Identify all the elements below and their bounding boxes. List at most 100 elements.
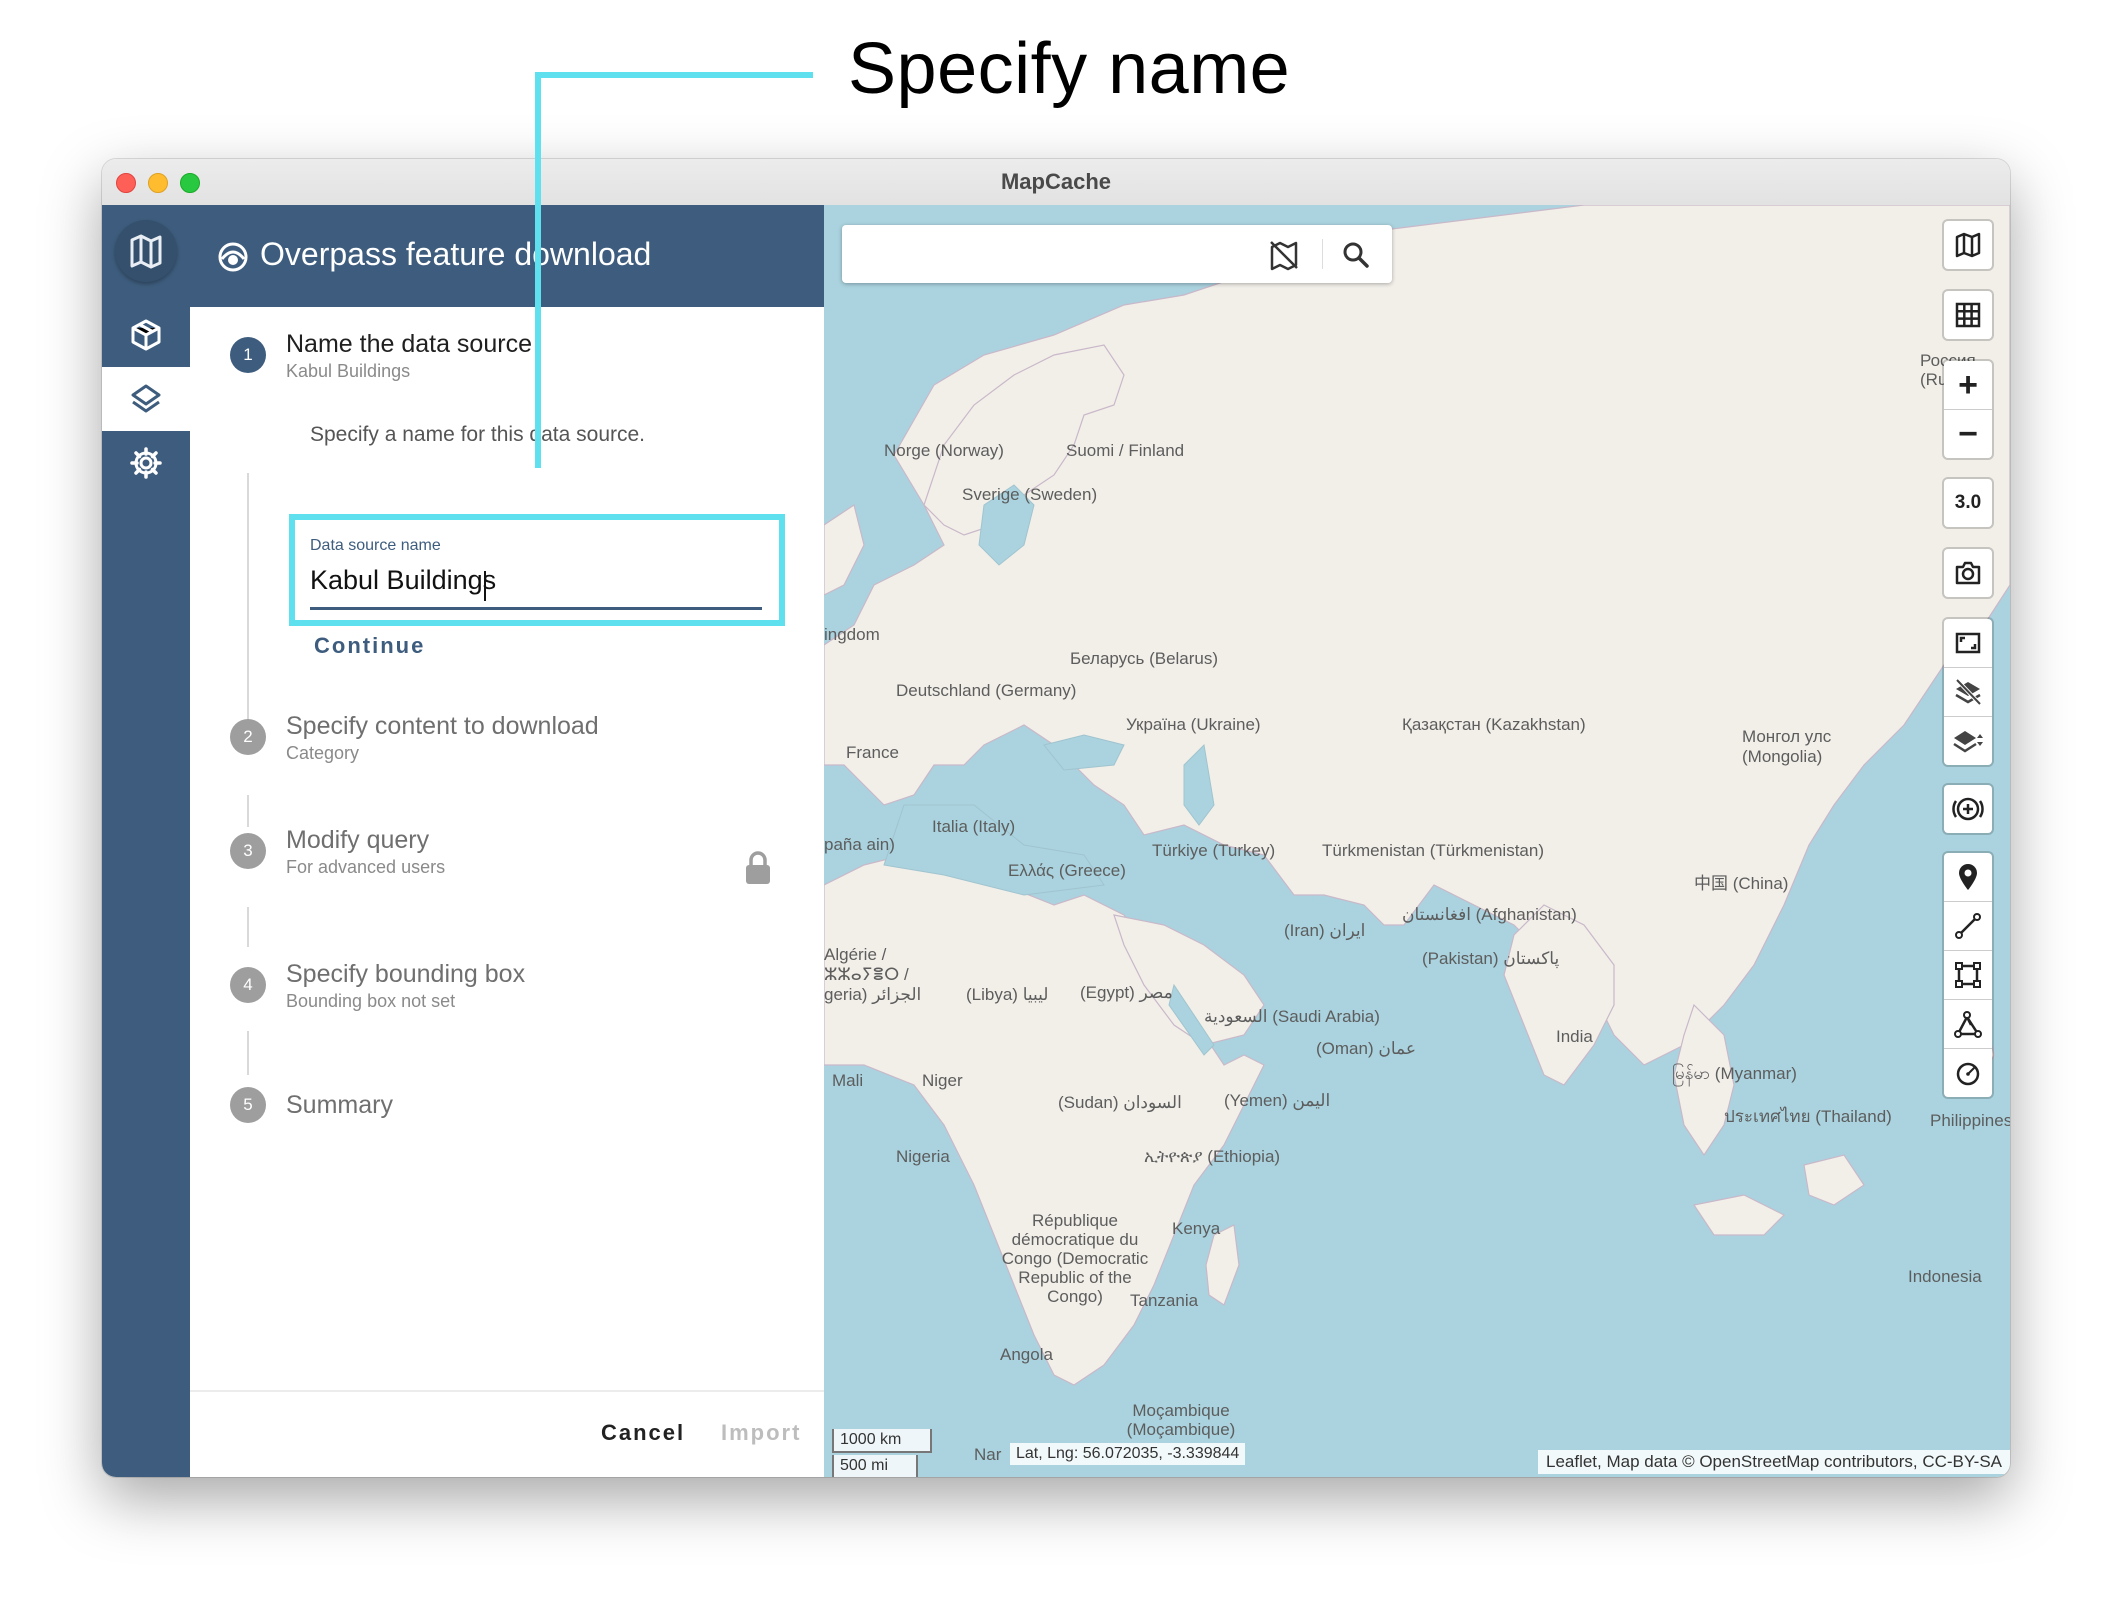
map-label: Sverige (Sweden) (962, 485, 1098, 504)
rail-item-projects[interactable] (102, 303, 190, 367)
step-connector (247, 907, 249, 947)
scale-mi: 500 mi (832, 1455, 918, 1477)
search-separator (1322, 239, 1323, 269)
map-label: မြန်မာ (Myanmar) (1672, 1064, 1797, 1083)
overpass-panel: Overpass feature download 1 Name the dat… (190, 205, 826, 1477)
circle-icon[interactable] (1944, 1049, 1992, 1097)
field-underline (310, 607, 762, 610)
map-icon[interactable] (1944, 221, 1992, 269)
step-number-1: 1 (230, 337, 266, 373)
grid-icon[interactable] (1944, 291, 1992, 339)
panel-header: Overpass feature download (190, 205, 824, 307)
package-icon (131, 319, 161, 351)
map-label: Angola (1000, 1345, 1053, 1364)
marker-icon[interactable] (1944, 853, 1992, 902)
map-label: ประเทศไทย (Thailand) (1724, 1107, 1892, 1126)
map-label: (Sudan) السودان (1058, 1093, 1182, 1112)
gear-icon (130, 447, 162, 479)
map-label: Deutschland (Germany) (896, 681, 1077, 700)
data-source-name-input[interactable] (310, 559, 762, 601)
map-label: Ελλάς (Greece) (1008, 861, 1126, 880)
zoom-level-display: 3.0 (1944, 479, 1992, 527)
map-label: (Oman) عمان (1316, 1039, 1416, 1058)
step-subtitle-1: Kabul Buildings (286, 361, 411, 381)
panel-footer: Cancel Import (190, 1390, 824, 1477)
step-description: Specify a name for this data source. (310, 423, 646, 446)
callout-title: Specify name (848, 29, 1291, 109)
layer-tools (1944, 619, 1992, 765)
map-label: paña ain) (824, 835, 895, 854)
map-label: Türkmenistan (Türkmenistan) (1322, 841, 1545, 860)
map-label: Монгол улс (Mongolia) (1742, 727, 1832, 766)
map-label: Niger (922, 1071, 963, 1090)
continue-button[interactable]: Continue (310, 625, 429, 667)
map-label: Україна (Ukraine) (1126, 715, 1261, 734)
callout-line-horizontal (535, 72, 813, 78)
step-number-4: 4 (230, 967, 266, 1003)
map-attribution[interactable]: Leaflet, Map data © OpenStreetMap contri… (1537, 1450, 2010, 1474)
map-label: France (846, 743, 899, 762)
title-bar: MapCache (102, 159, 2010, 206)
step-title-2[interactable]: Specify content to download (286, 712, 599, 741)
zoom-in-icon[interactable]: + (1944, 361, 1992, 410)
add-circle-icon[interactable] (1944, 785, 1992, 833)
map-label: India (1556, 1027, 1593, 1046)
map-label: République démocratique du Congo (Democr… (1001, 1211, 1149, 1306)
overpass-icon (218, 242, 248, 272)
layers-off-icon[interactable] (1944, 668, 1992, 717)
cancel-button[interactable]: Cancel (601, 1420, 685, 1446)
draw-tools (1944, 853, 1992, 1097)
step-subtitle-2: Category (286, 743, 360, 763)
scale-km: 1000 km (832, 1429, 932, 1453)
map-label: (Egypt) مصر (1080, 983, 1173, 1002)
zoom-out-icon[interactable]: − (1944, 410, 1992, 458)
map-label: Nar (974, 1445, 1002, 1464)
step-subtitle-3: For advanced users (286, 857, 446, 877)
map-label: ingdom (824, 625, 880, 644)
rail-item-settings[interactable] (102, 431, 190, 495)
fit-extent-icon[interactable] (1944, 619, 1992, 668)
map-label: (Pakistan) پاکستان (1422, 949, 1560, 968)
step-number-5: 5 (230, 1087, 266, 1123)
map-label: Indonesia (1908, 1267, 1982, 1286)
step-title-1[interactable]: Name the data source (286, 330, 532, 359)
map-marker-off-icon[interactable] (1268, 239, 1300, 271)
step-number-2: 2 (230, 719, 266, 755)
map-label: Norge (Norway) (884, 441, 1004, 460)
map-search-input[interactable] (858, 239, 1252, 271)
map-label: Suomi / Finland (1066, 441, 1185, 460)
step-title-5[interactable]: Summary (286, 1091, 393, 1120)
polygon-icon[interactable] (1944, 1000, 1992, 1049)
map-label: (Libya) ليبيا (966, 985, 1049, 1004)
data-source-name-field: Data source name (310, 537, 762, 611)
rectangle-icon[interactable] (1944, 951, 1992, 1000)
layers-reorder-icon[interactable] (1944, 717, 1992, 765)
map-label: Türkiye (Turkey) (1152, 841, 1276, 860)
map-label: 中国 (China) (1694, 874, 1789, 893)
step-subtitle-4: Bounding box not set (286, 991, 456, 1011)
map-label: السعودية (Saudi Arabia) (1204, 1007, 1380, 1026)
line-icon[interactable] (1944, 902, 1992, 951)
rail-item-layers[interactable] (102, 367, 190, 431)
camera-icon[interactable] (1944, 549, 1992, 597)
map-view[interactable]: Norge (Norway) Suomi / Finland Sverige (… (824, 205, 2010, 1477)
map-label: Italia (Italy) (932, 817, 1016, 836)
map-label: Nigeria (896, 1147, 950, 1166)
layers-icon (131, 384, 161, 413)
import-button[interactable]: Import (721, 1420, 801, 1446)
step-title-3[interactable]: Modify query (286, 826, 429, 855)
map-label: Moçambique (Moçambique) (1126, 1401, 1236, 1439)
search-icon[interactable] (1340, 239, 1372, 271)
window-title: MapCache (1000, 169, 1112, 194)
step-title-4[interactable]: Specify bounding box (286, 960, 525, 989)
map-label: Қазақстан (Kazakhstan) (1402, 715, 1586, 734)
map-label: Philippines (1930, 1111, 2010, 1130)
map-label: ኢትዮጵያ (Ethiopia) (1144, 1147, 1281, 1166)
mapcache-logo-icon[interactable] (115, 220, 177, 282)
nav-rail (102, 205, 190, 1477)
zoom-control: + − (1944, 361, 1992, 458)
lat-lng-readout: Lat, Lng: 56.072035, -3.339844 (1010, 1443, 1246, 1465)
callout-line-vertical (535, 72, 541, 468)
text-caret (484, 571, 486, 601)
app-window: MapCache Overpass feature download 1 Nam… (102, 159, 2010, 1477)
